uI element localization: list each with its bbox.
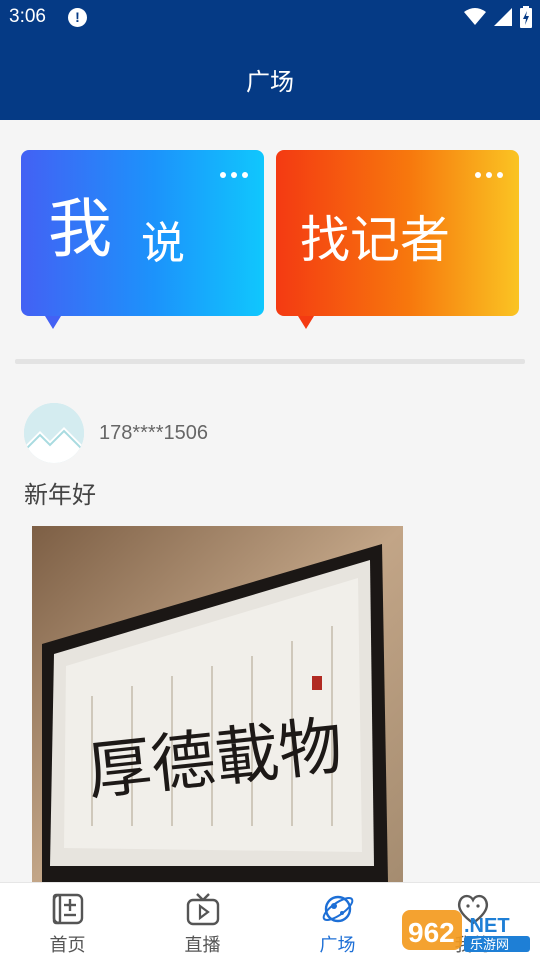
speak-card[interactable]: 我 说 — [21, 150, 264, 329]
watermark-site: 乐游网 — [470, 938, 509, 953]
post-username[interactable]: 178****1506 — [99, 422, 208, 445]
status-icons — [464, 6, 532, 28]
speak-card-small-text: 说 — [141, 218, 185, 269]
watermark-suffix: .NET — [464, 915, 510, 937]
tab-live-label: 直播 — [184, 935, 221, 956]
tab-home[interactable]: 首页 — [0, 883, 135, 960]
app-bar: 广场 — [0, 36, 540, 120]
wifi-icon — [464, 8, 486, 25]
calligraphy-frame-image: 厚德載物 — [32, 526, 403, 882]
more-icon[interactable] — [220, 172, 248, 178]
tab-square[interactable]: 广场 — [270, 883, 405, 960]
speech-tail — [298, 316, 314, 329]
planet-icon — [322, 895, 353, 923]
post-text: 新年好 — [24, 481, 96, 509]
site-watermark-logo: 962 .NET 乐游网 — [402, 910, 530, 953]
news-icon — [52, 893, 83, 925]
find-reporter-card[interactable]: 找记者 — [276, 150, 519, 329]
battery-icon — [520, 6, 532, 28]
speech-tail — [45, 316, 61, 329]
tab-home-label: 首页 — [49, 935, 86, 956]
status-bar: 3:06 ! — [0, 0, 540, 36]
tab-square-label: 广场 — [319, 935, 356, 956]
find-reporter-text: 找记者 — [300, 211, 450, 269]
alert-icon: ! — [68, 8, 87, 27]
tab-live[interactable]: 直播 — [135, 883, 270, 960]
page-title: 广场 — [246, 68, 294, 96]
post-image[interactable]: 厚德載物 — [32, 526, 403, 882]
watermark-brand: 962 — [408, 917, 455, 948]
avatar[interactable] — [24, 403, 84, 463]
tv-play-icon — [186, 893, 219, 926]
speak-card-big-text: 我 — [48, 193, 112, 267]
more-icon[interactable] — [475, 172, 503, 178]
avatar-image-icon — [24, 403, 84, 463]
status-time: 3:06 — [9, 6, 46, 27]
signal-icon — [494, 8, 512, 26]
divider — [15, 359, 525, 364]
